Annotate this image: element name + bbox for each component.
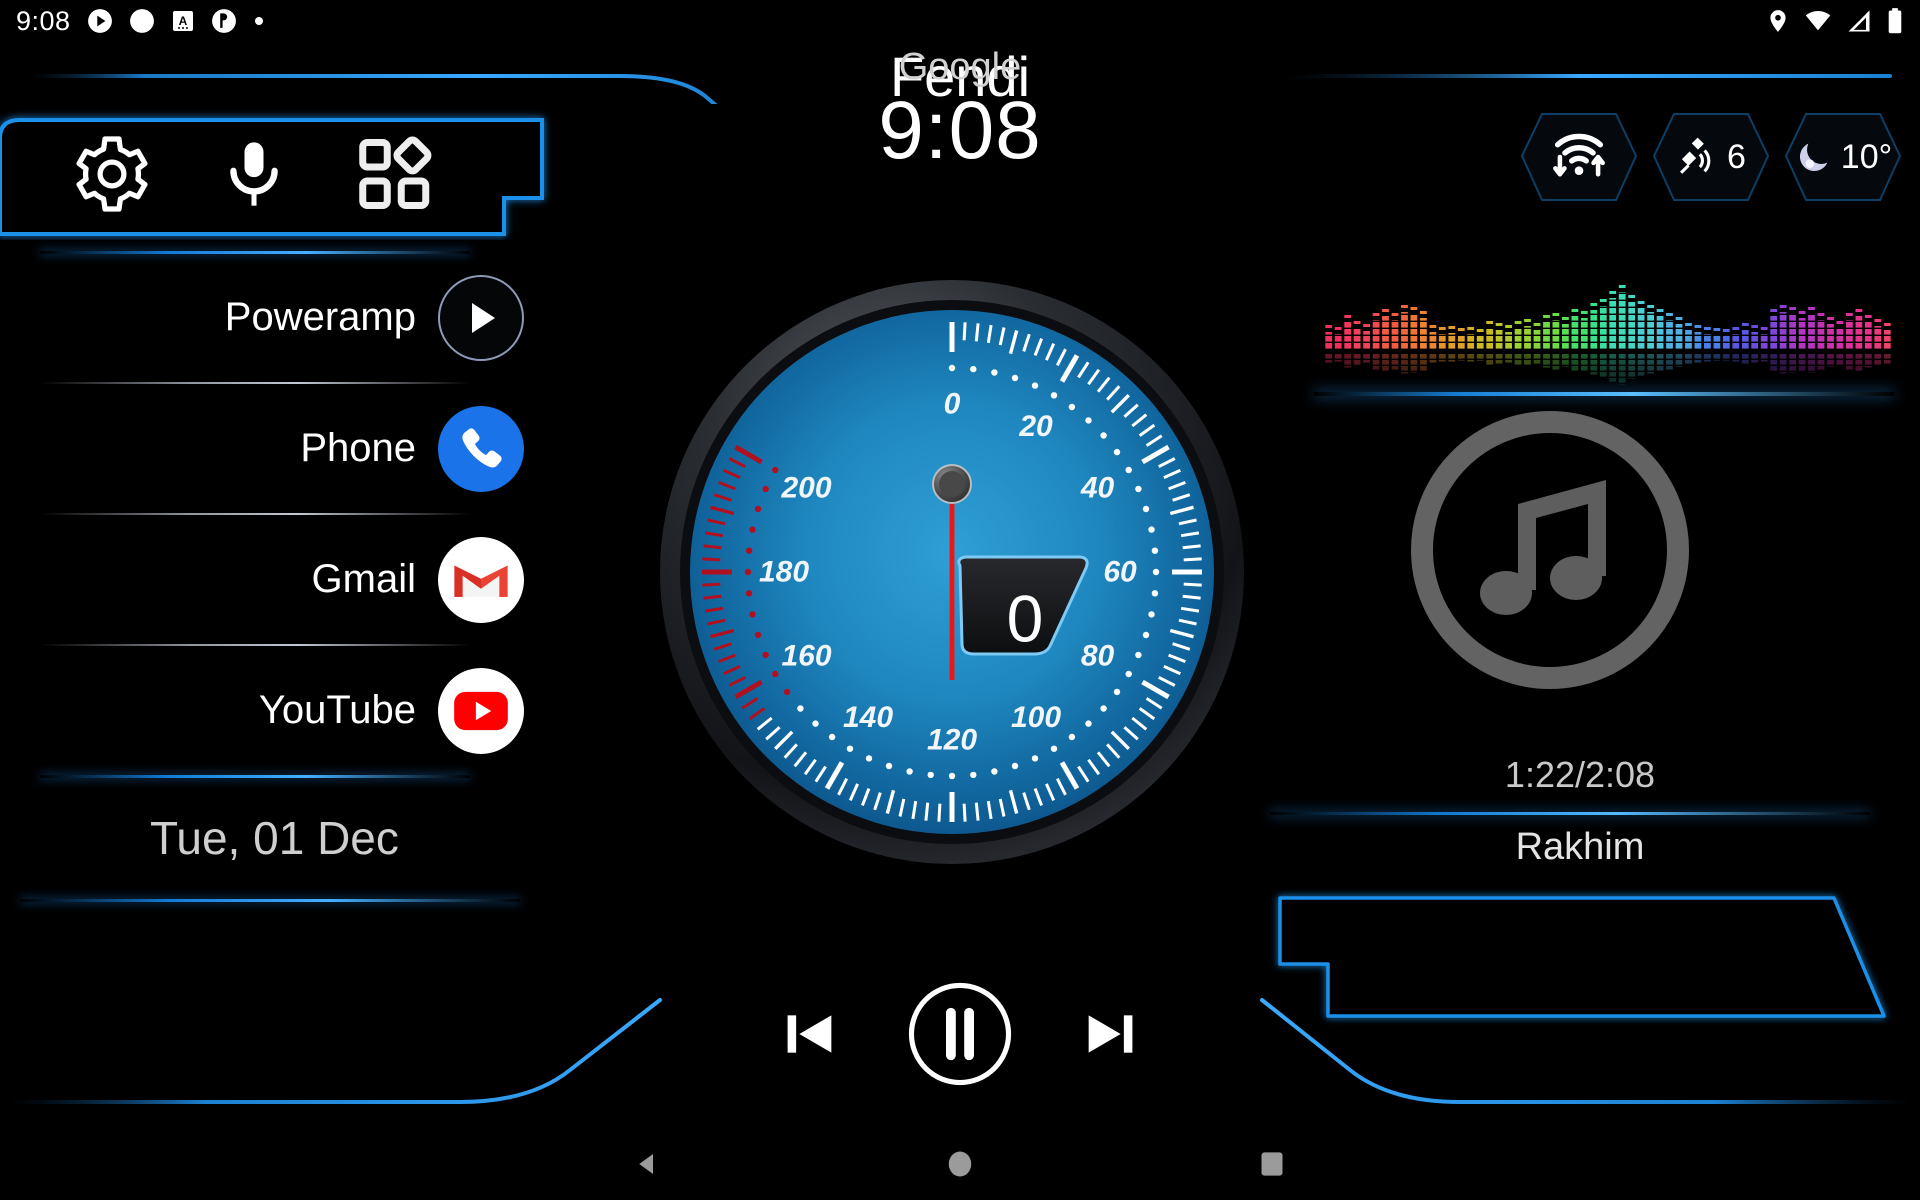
media-divider [1270,812,1870,815]
list-divider [0,512,600,516]
temperature-value: 10° [1840,137,1893,176]
app-label: Poweramp [224,295,416,339]
signal-icon [1845,7,1873,35]
svg-text:80: 80 [1081,640,1115,673]
audio-visualizer [1325,285,1891,385]
play-outline-icon [438,274,524,361]
pause-icon [908,982,1012,1085]
svg-text:0: 0 [1007,581,1044,655]
next-track-button[interactable] [1078,1002,1142,1071]
status-bar-clock: 9:08 [16,5,71,36]
tile-gps[interactable]: 6 [1652,112,1770,202]
skip-previous-icon [787,1014,832,1053]
svg-text:A: A [178,14,187,28]
dot-icon [253,15,265,27]
recents-square-icon [1261,1152,1283,1176]
list-divider [0,381,600,385]
app-drawer-button[interactable] [354,132,438,221]
location-pin-icon [1765,8,1791,34]
phone-icon [438,405,524,492]
app-shortcut-list: Poweramp Phone Gmail YouTube Tue, 01 Dec [0,250,600,902]
a-badge-icon: A [171,9,195,33]
launcher-screen: 9:08 A Google 9:08 6 10° Poweramp Phone … [0,0,1920,1200]
app-row-phone[interactable]: Phone [0,385,600,512]
nav-home-button[interactable] [928,1142,992,1186]
quick-status-tiles: 6 10° [1520,112,1902,202]
play-circle-icon [87,8,113,34]
svg-text:60: 60 [1103,556,1137,589]
clock-time: 9:08 [878,84,1042,176]
skip-next-icon [1088,1014,1133,1053]
play-pause-button[interactable] [904,978,1016,1095]
status-bar-left: 9:08 A [16,6,265,37]
track-title-panel [1278,896,1886,1018]
clock-widget[interactable]: Google 9:08 [710,46,1210,176]
track-artist: Rakhim [1515,826,1645,868]
svg-text:0: 0 [944,388,961,421]
app-label: Gmail [311,557,416,601]
music-note-icon [1480,480,1606,615]
wifi-icon [1804,7,1832,35]
wifi-transfer-icon [1553,133,1605,177]
previous-track-button[interactable] [778,1002,842,1071]
nav-back-button[interactable] [616,1142,680,1186]
track-progress-time: 1:22/2:08 [1504,754,1656,795]
gear-icon [76,135,148,212]
quick-actions-buttons [70,132,470,220]
list-divider [0,643,600,647]
circle-icon [129,8,155,34]
list-divider-bottom [0,774,600,778]
app-row-youtube[interactable]: YouTube [0,647,600,774]
voice-search-button[interactable] [216,132,292,221]
clock-label: Google [898,46,1022,88]
back-triangle-icon [639,1154,653,1174]
moon-icon [1799,143,1828,172]
app-row-poweramp[interactable]: Poweramp [0,254,600,381]
nav-recents-button[interactable] [1240,1142,1304,1186]
svg-text:100: 100 [1011,701,1061,734]
microphone-icon [230,141,278,206]
date-divider [0,898,600,902]
tile-wifi[interactable] [1520,112,1638,202]
app-row-gmail[interactable]: Gmail [0,516,600,643]
list-divider-top [0,250,600,254]
home-circle-icon [948,1151,972,1177]
apps-grid-icon [359,136,432,209]
satellite-icon [1680,137,1711,174]
tile-weather[interactable]: 10° [1784,112,1902,202]
app-label: Phone [300,426,416,470]
youtube-icon [438,667,524,754]
svg-text:140: 140 [843,701,893,734]
album-art-placeholder[interactable] [1400,400,1700,700]
settings-button[interactable] [70,132,154,221]
status-bar: 9:08 A [0,0,1920,42]
svg-text:160: 160 [781,640,831,673]
notification-icon [211,8,237,34]
speedometer-gauge[interactable]: 0 20 40 60 80 100 120 140 160 180 200 0 [652,272,1252,872]
gmail-icon [438,536,524,623]
svg-text:200: 200 [780,472,831,505]
date-text: Tue, 01 Dec [150,812,399,864]
svg-text:180: 180 [759,556,809,589]
battery-icon [1886,7,1904,35]
svg-text:40: 40 [1080,472,1115,505]
android-nav-bar [0,1128,1920,1200]
svg-text:20: 20 [1018,410,1053,443]
gps-satellite-count: 6 [1727,137,1746,176]
media-controls [750,966,1170,1106]
status-bar-right [1765,7,1904,35]
date-widget[interactable]: Tue, 01 Dec [0,778,600,898]
svg-text:120: 120 [927,724,977,757]
app-label: YouTube [258,688,416,732]
